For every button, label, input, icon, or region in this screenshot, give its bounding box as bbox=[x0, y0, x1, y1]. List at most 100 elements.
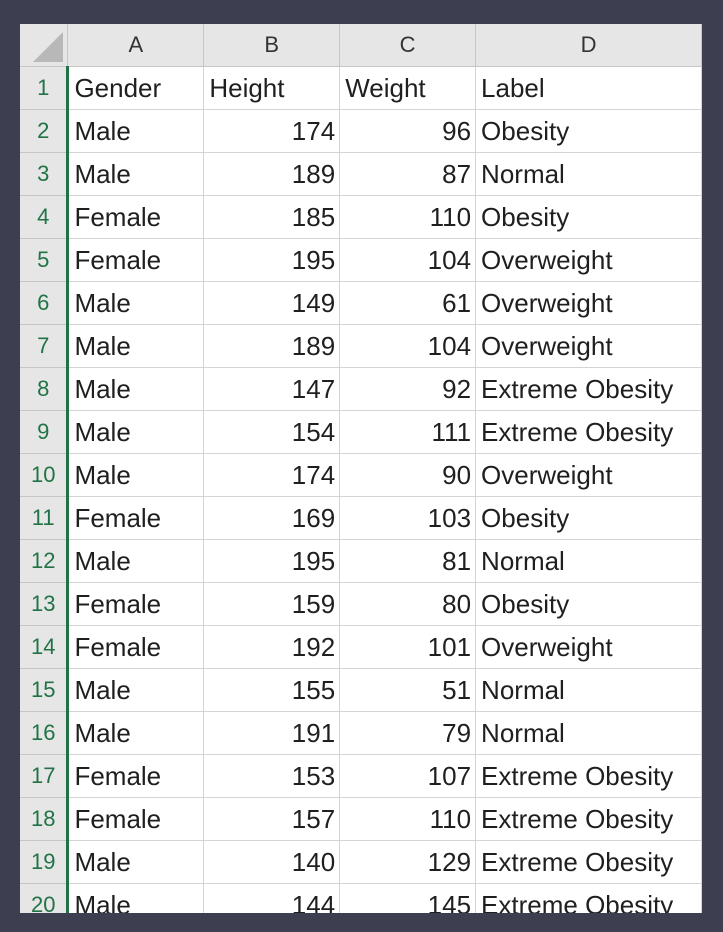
row-header[interactable]: 20 bbox=[20, 883, 70, 913]
cell-gender[interactable]: Female bbox=[67, 238, 205, 282]
cell-height[interactable]: 189 bbox=[203, 152, 341, 196]
cell-gender[interactable]: Male bbox=[67, 668, 205, 712]
cell-height[interactable]: 140 bbox=[203, 840, 341, 884]
cell-height[interactable]: 144 bbox=[203, 883, 341, 913]
cell-gender[interactable]: Male bbox=[67, 711, 205, 755]
cell-weight[interactable]: 79 bbox=[339, 711, 477, 755]
cell-weight[interactable]: 145 bbox=[339, 883, 477, 913]
cell-label[interactable]: Extreme Obesity bbox=[475, 840, 702, 884]
row-header[interactable]: 1 bbox=[20, 66, 70, 110]
cell-label[interactable]: Overweight bbox=[475, 281, 702, 325]
cell-weight[interactable]: 101 bbox=[339, 625, 477, 669]
cell-gender[interactable]: Female bbox=[67, 195, 205, 239]
cell-label[interactable]: Overweight bbox=[475, 238, 702, 282]
cell-gender[interactable]: Male bbox=[67, 883, 205, 913]
cell-label[interactable]: Normal bbox=[475, 711, 702, 755]
cell-weight[interactable]: 104 bbox=[339, 238, 477, 282]
cell-label[interactable]: Obesity bbox=[475, 582, 702, 626]
cell-weight[interactable]: 61 bbox=[339, 281, 477, 325]
cell-height[interactable]: 154 bbox=[203, 410, 341, 454]
cell-gender[interactable]: Male bbox=[67, 453, 205, 497]
row-header[interactable]: 15 bbox=[20, 668, 70, 712]
row-header[interactable]: 4 bbox=[20, 195, 70, 239]
row-header[interactable]: 7 bbox=[20, 324, 70, 368]
cell-height[interactable]: 195 bbox=[203, 539, 341, 583]
cell-weight[interactable]: 90 bbox=[339, 453, 477, 497]
cell-gender[interactable]: Male bbox=[67, 840, 205, 884]
cell-height[interactable]: 185 bbox=[203, 195, 341, 239]
cell-gender[interactable]: Male bbox=[67, 109, 205, 153]
cell-height[interactable]: 174 bbox=[203, 109, 341, 153]
select-all-button[interactable] bbox=[20, 24, 69, 67]
cell-gender[interactable]: Male bbox=[67, 539, 205, 583]
cell-label[interactable]: Overweight bbox=[475, 453, 702, 497]
cell-label[interactable]: Obesity bbox=[475, 195, 702, 239]
row-header[interactable]: 2 bbox=[20, 109, 70, 153]
row-header[interactable]: 19 bbox=[20, 840, 70, 884]
cell-label[interactable]: Extreme Obesity bbox=[475, 367, 702, 411]
cell-label[interactable]: Label bbox=[475, 66, 702, 110]
row-header[interactable]: 8 bbox=[20, 367, 70, 411]
cell-height[interactable]: 195 bbox=[203, 238, 341, 282]
cell-weight[interactable]: 51 bbox=[339, 668, 477, 712]
column-header-c[interactable]: C bbox=[339, 24, 477, 67]
cell-height[interactable]: 174 bbox=[203, 453, 341, 497]
cell-weight[interactable]: 80 bbox=[339, 582, 477, 626]
cell-height[interactable]: 155 bbox=[203, 668, 341, 712]
cell-label[interactable]: Overweight bbox=[475, 324, 702, 368]
cell-weight[interactable]: Weight bbox=[339, 66, 477, 110]
column-header-b[interactable]: B bbox=[203, 24, 341, 67]
column-header-d[interactable]: D bbox=[475, 24, 702, 67]
row-header[interactable]: 9 bbox=[20, 410, 70, 454]
column-header-a[interactable]: A bbox=[67, 24, 205, 67]
cell-gender[interactable]: Gender bbox=[67, 66, 205, 110]
cell-gender[interactable]: Female bbox=[67, 754, 205, 798]
cell-weight[interactable]: 92 bbox=[339, 367, 477, 411]
cell-gender[interactable]: Female bbox=[67, 797, 205, 841]
cell-label[interactable]: Extreme Obesity bbox=[475, 754, 702, 798]
cell-label[interactable]: Extreme Obesity bbox=[475, 883, 702, 913]
cell-height[interactable]: 157 bbox=[203, 797, 341, 841]
cell-label[interactable]: Obesity bbox=[475, 496, 702, 540]
cell-height[interactable]: Height bbox=[203, 66, 341, 110]
cell-gender[interactable]: Male bbox=[67, 410, 205, 454]
cell-height[interactable]: 189 bbox=[203, 324, 341, 368]
row-header[interactable]: 5 bbox=[20, 238, 70, 282]
cell-weight[interactable]: 87 bbox=[339, 152, 477, 196]
cell-gender[interactable]: Female bbox=[67, 582, 205, 626]
row-header[interactable]: 13 bbox=[20, 582, 70, 626]
cell-height[interactable]: 191 bbox=[203, 711, 341, 755]
cell-gender[interactable]: Male bbox=[67, 152, 205, 196]
cell-weight[interactable]: 96 bbox=[339, 109, 477, 153]
row-header[interactable]: 6 bbox=[20, 281, 70, 325]
row-header[interactable]: 12 bbox=[20, 539, 70, 583]
cell-gender[interactable]: Female bbox=[67, 625, 205, 669]
row-header[interactable]: 11 bbox=[20, 496, 70, 540]
cell-gender[interactable]: Male bbox=[67, 281, 205, 325]
cell-label[interactable]: Normal bbox=[475, 152, 702, 196]
cell-height[interactable]: 153 bbox=[203, 754, 341, 798]
cell-weight[interactable]: 103 bbox=[339, 496, 477, 540]
cell-height[interactable]: 159 bbox=[203, 582, 341, 626]
row-header[interactable]: 14 bbox=[20, 625, 70, 669]
cell-label[interactable]: Overweight bbox=[475, 625, 702, 669]
row-header[interactable]: 3 bbox=[20, 152, 70, 196]
cell-weight[interactable]: 110 bbox=[339, 195, 477, 239]
row-header[interactable]: 17 bbox=[20, 754, 70, 798]
cell-label[interactable]: Normal bbox=[475, 539, 702, 583]
cell-weight[interactable]: 81 bbox=[339, 539, 477, 583]
cell-height[interactable]: 192 bbox=[203, 625, 341, 669]
cell-height[interactable]: 147 bbox=[203, 367, 341, 411]
row-header[interactable]: 16 bbox=[20, 711, 70, 755]
cell-gender[interactable]: Female bbox=[67, 496, 205, 540]
cell-weight[interactable]: 107 bbox=[339, 754, 477, 798]
cell-label[interactable]: Obesity bbox=[475, 109, 702, 153]
cell-height[interactable]: 169 bbox=[203, 496, 341, 540]
cell-weight[interactable]: 111 bbox=[339, 410, 477, 454]
cell-weight[interactable]: 104 bbox=[339, 324, 477, 368]
cell-weight[interactable]: 129 bbox=[339, 840, 477, 884]
cell-label[interactable]: Extreme Obesity bbox=[475, 797, 702, 841]
cell-gender[interactable]: Male bbox=[67, 367, 205, 411]
cell-label[interactable]: Extreme Obesity bbox=[475, 410, 702, 454]
row-header[interactable]: 18 bbox=[20, 797, 70, 841]
